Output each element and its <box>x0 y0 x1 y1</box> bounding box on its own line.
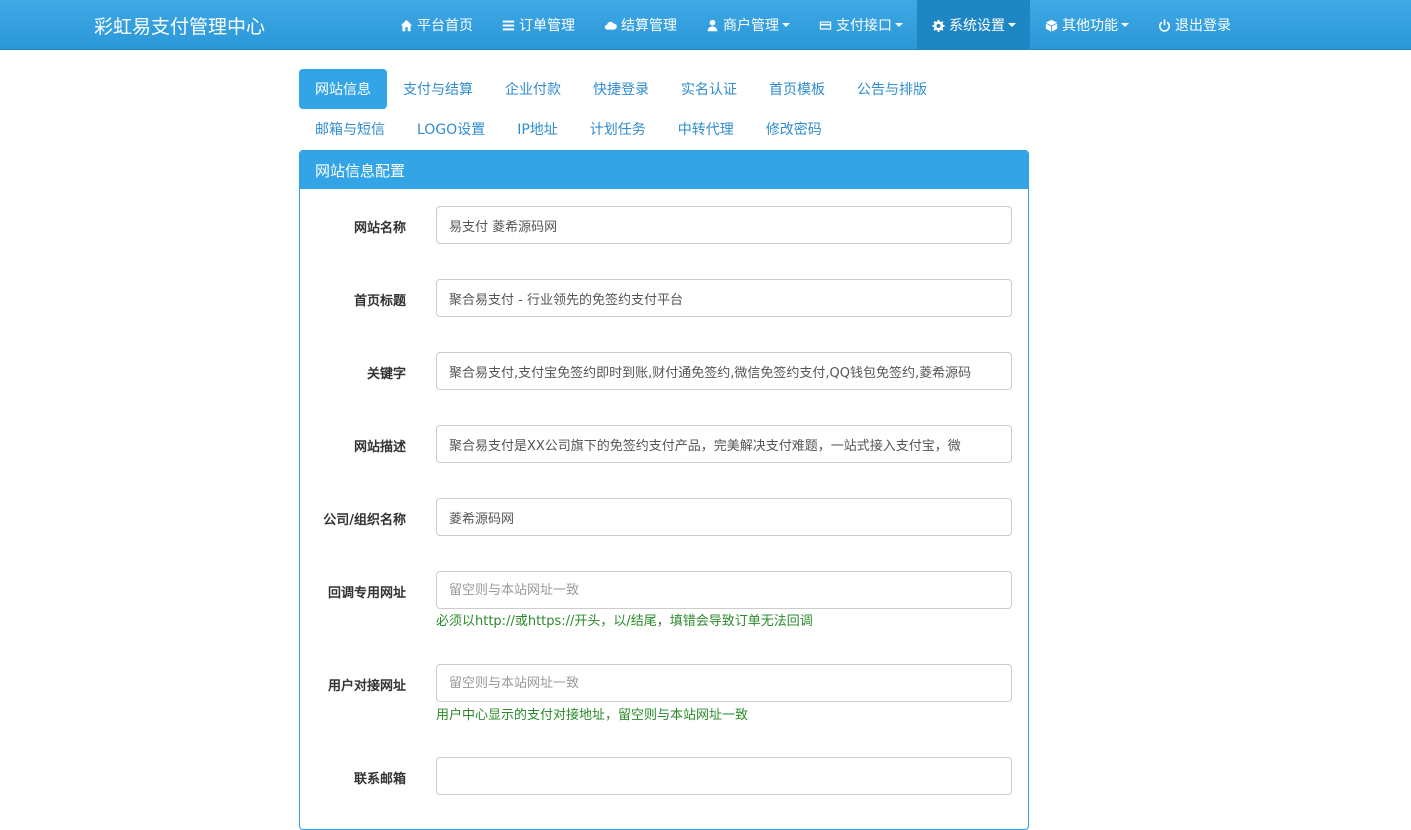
field-label: 网站描述 <box>353 440 406 455</box>
tab-ip-address[interactable]: IP地址 <box>501 109 574 149</box>
caret-down-icon <box>782 23 790 27</box>
tab-logo-settings[interactable]: LOGO设置 <box>401 109 501 149</box>
field-label: 回调专用网址 <box>327 586 406 601</box>
nav-item-orders[interactable]: 订单管理 <box>487 0 589 50</box>
nav-item-label: 其他功能 <box>1062 18 1118 34</box>
top-navbar: 彩虹易支付管理中心 平台首页 订单管理 结算管理 商户管理 支付接口 系统设置 <box>0 0 1411 50</box>
tab-change-password[interactable]: 修改密码 <box>750 109 838 149</box>
field-help-text: 用户中心显示的支付对接地址，留空则与本站网址一致 <box>436 708 749 723</box>
power-icon <box>1157 18 1171 32</box>
tab-quick-login[interactable]: 快捷登录 <box>577 69 665 109</box>
callback-url-input[interactable] <box>436 571 1012 609</box>
tab-row: 网站信息 支付与结算 企业付款 快捷登录 实名认证 首页模板 公告与排版 <box>299 69 1029 109</box>
nav-item-label: 系统设置 <box>949 18 1005 34</box>
nav-item-settlement[interactable]: 结算管理 <box>589 0 691 50</box>
caret-down-icon <box>1121 23 1129 27</box>
nav-item-logout[interactable]: 退出登录 <box>1143 0 1245 50</box>
keywords-input[interactable] <box>436 352 1012 390</box>
home-title-input[interactable] <box>436 279 1012 317</box>
list-icon <box>501 18 515 32</box>
tab-relay-proxy[interactable]: 中转代理 <box>662 109 750 149</box>
nav-item-label: 商户管理 <box>723 18 779 34</box>
nav-item-label: 支付接口 <box>836 18 892 34</box>
nav-item-label: 平台首页 <box>417 18 473 34</box>
settings-tabs: 网站信息 支付与结算 企业付款 快捷登录 实名认证 首页模板 公告与排版 邮箱与… <box>299 69 1029 149</box>
nav-item-home[interactable]: 平台首页 <box>385 0 487 50</box>
tab-row: 邮箱与短信 LOGO设置 IP地址 计划任务 中转代理 修改密码 <box>299 109 1029 149</box>
field-label: 首页标题 <box>353 294 406 309</box>
field-label: 用户对接网址 <box>327 679 406 694</box>
cloud-icon <box>603 18 617 32</box>
nav-item-label: 退出登录 <box>1175 18 1231 34</box>
field-label: 联系邮箱 <box>353 772 406 787</box>
caret-down-icon <box>1008 23 1016 27</box>
field-label: 公司/组织名称 <box>323 513 406 528</box>
brand-title[interactable]: 彩虹易支付管理中心 <box>94 12 265 39</box>
nav-item-system-settings[interactable]: 系统设置 <box>917 0 1030 50</box>
tab-scheduled-tasks[interactable]: 计划任务 <box>574 109 662 149</box>
tab-payment-settlement[interactable]: 支付与结算 <box>387 69 489 109</box>
field-help-text: 必须以http://或https://开头，以/结尾，填错会导致订单无法回调 <box>436 614 813 629</box>
tab-enterprise-payment[interactable]: 企业付款 <box>489 69 577 109</box>
caret-down-icon <box>895 23 903 27</box>
tab-real-name-auth[interactable]: 实名认证 <box>665 69 753 109</box>
tab-announcement-layout[interactable]: 公告与排版 <box>841 69 943 109</box>
cube-icon <box>1044 18 1058 32</box>
site-description-input[interactable] <box>436 425 1012 463</box>
tab-site-info[interactable]: 网站信息 <box>299 69 387 109</box>
gear-icon <box>931 18 945 32</box>
credit-card-icon <box>818 18 832 32</box>
user-api-url-input[interactable] <box>436 664 1012 702</box>
tab-homepage-template[interactable]: 首页模板 <box>753 69 841 109</box>
nav-item-label: 订单管理 <box>519 18 575 34</box>
site-info-panel: 网站信息配置 网站名称 首页标题 关键字 网站描述 公司/组织名称 回调专用网址… <box>299 150 1029 830</box>
nav-item-label: 结算管理 <box>621 18 677 34</box>
nav-item-merchants[interactable]: 商户管理 <box>691 0 804 50</box>
main-nav: 平台首页 订单管理 结算管理 商户管理 支付接口 系统设置 其他功能 退出登录 <box>385 0 1245 50</box>
nav-item-payment-interface[interactable]: 支付接口 <box>804 0 917 50</box>
contact-email-input[interactable] <box>436 757 1012 795</box>
field-label: 关键字 <box>366 367 406 382</box>
site-name-input[interactable] <box>436 206 1012 244</box>
home-icon <box>399 18 413 32</box>
field-label: 网站名称 <box>353 221 406 236</box>
user-icon <box>705 18 719 32</box>
tab-email-sms[interactable]: 邮箱与短信 <box>299 109 401 149</box>
company-name-input[interactable] <box>436 498 1012 536</box>
nav-item-other-functions[interactable]: 其他功能 <box>1030 0 1143 50</box>
panel-title: 网站信息配置 <box>300 151 1028 189</box>
